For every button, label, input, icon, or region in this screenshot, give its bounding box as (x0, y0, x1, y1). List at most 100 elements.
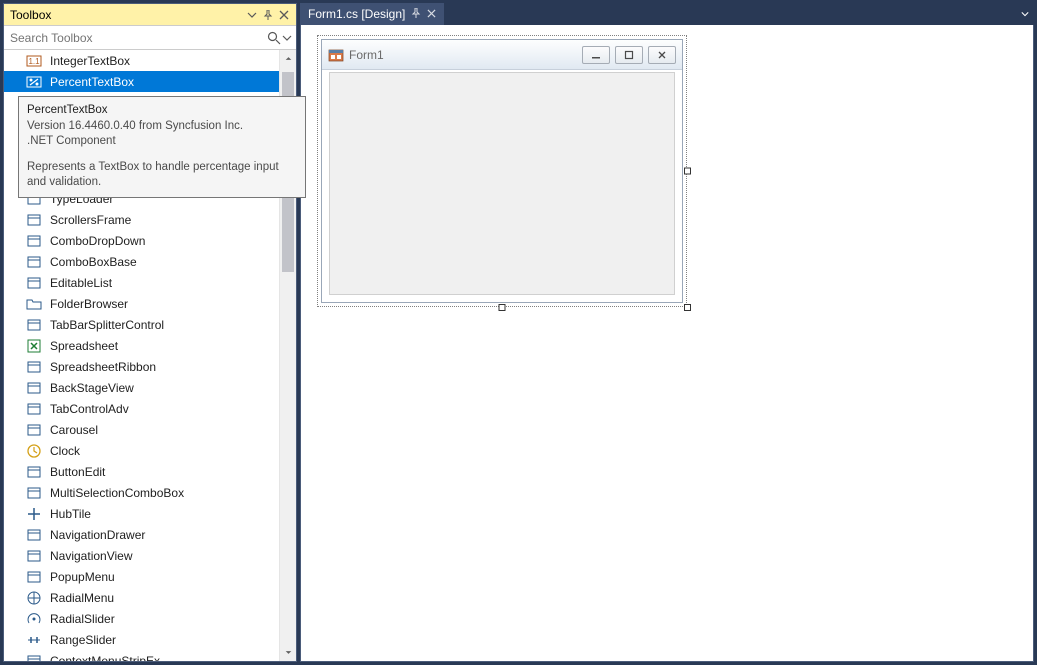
design-surface[interactable]: Form1 (300, 25, 1034, 662)
tooltip-version: Version 16.4460.0.40 from Syncfusion Inc… (27, 119, 297, 135)
toolbox-item-label: ComboDropDown (50, 234, 145, 248)
toolbox-item[interactable]: FolderBrowser (4, 293, 279, 314)
search-input[interactable] (8, 31, 266, 45)
toolbox-item[interactable]: NavigationDrawer (4, 524, 279, 545)
form-close-button[interactable] (648, 46, 676, 64)
navdrawer-icon (26, 527, 42, 543)
toolbox-item[interactable]: PercentTextBox (4, 71, 279, 92)
toolbox-item[interactable]: ContextMenuStripEx (4, 650, 279, 661)
folder-icon (26, 296, 42, 312)
combodrop-icon (26, 233, 42, 249)
toolbox-item-label: NavigationView (50, 549, 133, 563)
toolbox-item-label: MultiSelectionComboBox (50, 486, 184, 500)
toolbox-item[interactable]: Spreadsheet (4, 335, 279, 356)
tab-form1-design[interactable]: Form1.cs [Design] (300, 3, 444, 25)
integer-icon: 1.1 (26, 53, 42, 69)
close-icon[interactable] (276, 7, 292, 23)
multicombo-icon (26, 485, 42, 501)
toolbox-item-label: IntegerTextBox (50, 54, 130, 68)
toolbox-item[interactable]: ScrollersFrame (4, 209, 279, 230)
maximize-button[interactable] (615, 46, 643, 64)
tab-close-icon[interactable] (427, 7, 436, 21)
search-dropdown-icon[interactable] (282, 30, 292, 46)
scroll-down-icon[interactable] (280, 644, 296, 661)
toolbox-item-label: EditableList (50, 276, 112, 290)
rangeslider-icon (26, 632, 42, 648)
toolbox-panel: Toolbox 1.1 IntegerTextBox PercentTextBox T… (3, 3, 297, 662)
combobox-icon (26, 254, 42, 270)
navview-icon (26, 548, 42, 564)
tab-bar-spacer (444, 3, 1016, 25)
toolbox-item-label: Clock (50, 444, 80, 458)
toolbox-item[interactable]: RadialMenu (4, 587, 279, 608)
contextmenu-icon (26, 653, 42, 662)
pin-icon[interactable] (260, 7, 276, 23)
scroll-up-icon[interactable] (280, 50, 296, 67)
toolbox-item-label: ContextMenuStripEx (50, 654, 160, 662)
toolbox-item[interactable]: ButtonEdit (4, 461, 279, 482)
ribbon-icon (26, 359, 42, 375)
toolbox-item-label: Spreadsheet (50, 339, 118, 353)
resize-handle-e[interactable] (684, 168, 691, 175)
tab-bar: Form1.cs [Design] (300, 3, 1034, 25)
toolbox-item-label: SpreadsheetRibbon (50, 360, 156, 374)
hubtile-icon (26, 506, 42, 522)
form-client-area[interactable] (329, 72, 675, 295)
backstage-icon (26, 380, 42, 396)
toolbox-item[interactable]: 1.1 IntegerTextBox (4, 50, 279, 71)
toolbox-item[interactable]: RangeSlider (4, 629, 279, 650)
toolbox-item[interactable]: RadialSlider (4, 608, 279, 629)
toolbox-item[interactable]: Clock (4, 440, 279, 461)
buttonedit-icon (26, 464, 42, 480)
toolbox-item[interactable]: ComboDropDown (4, 230, 279, 251)
radialmenu-icon (26, 590, 42, 606)
form-titlebar: Form1 (322, 40, 682, 70)
toolbox-item-label: NavigationDrawer (50, 528, 145, 542)
dropdown-icon[interactable] (244, 7, 260, 23)
tab-pin-icon[interactable] (411, 7, 421, 21)
toolbox-item-label: RangeSlider (50, 633, 116, 647)
toolbox-item[interactable]: HubTile (4, 503, 279, 524)
toolbox-item[interactable]: ComboBoxBase (4, 251, 279, 272)
toolbox-item[interactable]: MultiSelectionComboBox (4, 482, 279, 503)
toolbox-item[interactable]: BackStageView (4, 377, 279, 398)
toolbox-item-label: RadialSlider (50, 612, 115, 626)
carousel-icon (26, 422, 42, 438)
toolbox-item-label: ButtonEdit (50, 465, 105, 479)
tab-overflow-icon[interactable] (1016, 3, 1034, 25)
tooltip-component: .NET Component (27, 134, 297, 150)
toolbox-item[interactable]: PopupMenu (4, 566, 279, 587)
search-icon[interactable] (266, 30, 282, 46)
toolbox-item-label: PercentTextBox (50, 75, 134, 89)
toolbox-item[interactable]: TabBarSplitterControl (4, 314, 279, 335)
minimize-button[interactable] (582, 46, 610, 64)
toolbox-item-label: Carousel (50, 423, 98, 437)
tooltip-title: PercentTextBox (27, 103, 297, 119)
toolbox-item-label: TabControlAdv (50, 402, 129, 416)
editor-panel: Form1.cs [Design] (300, 3, 1034, 662)
form-window[interactable]: Form1 (321, 39, 683, 303)
radialslider-icon (26, 611, 42, 627)
form-title: Form1 (349, 48, 577, 62)
resize-handle-se[interactable] (684, 304, 691, 311)
scrollers-icon (26, 212, 42, 228)
toolbox-search-row (4, 26, 296, 50)
toolbox-item[interactable]: NavigationView (4, 545, 279, 566)
toolbox-header: Toolbox (4, 4, 296, 26)
toolbox-item-label: BackStageView (50, 381, 134, 395)
designer-form[interactable]: Form1 (321, 39, 683, 303)
clock-icon (26, 443, 42, 459)
resize-handle-s[interactable] (499, 304, 506, 311)
editlist-icon (26, 275, 42, 291)
toolbox-item-label: ComboBoxBase (50, 255, 137, 269)
toolbox-item[interactable]: EditableList (4, 272, 279, 293)
tooltip: PercentTextBox Version 16.4460.0.40 from… (18, 96, 306, 198)
toolbox-item[interactable]: TabControlAdv (4, 398, 279, 419)
toolbox-item[interactable]: Carousel (4, 419, 279, 440)
toolbox-title: Toolbox (8, 8, 244, 22)
toolbox-item-label: HubTile (50, 507, 91, 521)
toolbox-item[interactable]: SpreadsheetRibbon (4, 356, 279, 377)
popupmenu-icon (26, 569, 42, 585)
toolbox-item-label: TabBarSplitterControl (50, 318, 164, 332)
toolbox-item-label: RadialMenu (50, 591, 114, 605)
